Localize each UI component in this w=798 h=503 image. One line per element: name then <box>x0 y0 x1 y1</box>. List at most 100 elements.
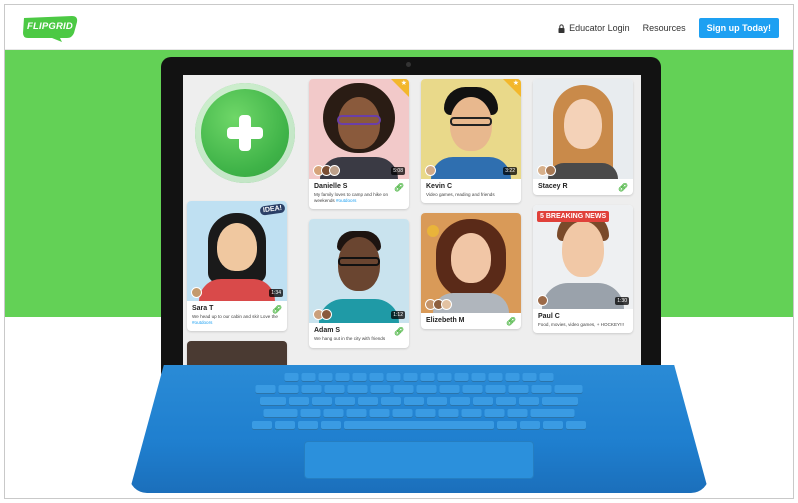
keyboard-key[interactable] <box>403 373 418 382</box>
keyboard-key[interactable] <box>427 397 447 406</box>
keyboard-key[interactable] <box>393 385 414 394</box>
keyboard-key[interactable] <box>473 397 493 406</box>
keyboard-key[interactable] <box>488 373 503 382</box>
keyboard-key[interactable] <box>454 373 469 382</box>
keyboard-key[interactable] <box>346 409 367 418</box>
keyboard-key[interactable] <box>416 385 437 394</box>
keyboard-key[interactable] <box>519 397 539 406</box>
response-card-stacey[interactable]: Stacey R 🔗︎ <box>533 79 633 195</box>
grid-column-1: IDEA! 1:34 Sara T We head up to our cabi… <box>187 75 295 372</box>
responder-name: Danielle S <box>314 183 348 190</box>
keyboard-key[interactable] <box>485 385 506 394</box>
keyboard-key[interactable] <box>358 397 378 406</box>
reply-avatars <box>537 165 556 176</box>
breaking-news-sticker: 5 BREAKING NEWS <box>537 211 610 222</box>
keyboard-key[interactable] <box>471 373 486 382</box>
reply-avatars <box>537 295 548 306</box>
keyboard-key[interactable] <box>437 373 452 382</box>
response-card-elizebeth[interactable]: Elizebeth M 🔗︎ <box>421 213 521 330</box>
hashtag-link[interactable]: #outdoors <box>336 198 356 203</box>
keyboard-key[interactable] <box>344 421 494 430</box>
flipgrid-logo[interactable]: FLIPGRID <box>22 13 80 43</box>
keyboard-row-4 <box>263 409 575 418</box>
response-card-sara[interactable]: IDEA! 1:34 Sara T We head up to our cabi… <box>187 201 287 332</box>
keyboard-key[interactable] <box>289 397 309 406</box>
keyboard-key[interactable] <box>404 397 424 406</box>
keyboard-key[interactable] <box>321 421 341 430</box>
keyboard-key[interactable] <box>484 409 505 418</box>
keyboard-key[interactable] <box>520 421 540 430</box>
keyboard-key[interactable] <box>381 397 401 406</box>
resources-link[interactable]: Resources <box>643 23 686 33</box>
keyboard-key[interactable] <box>508 385 529 394</box>
keyboard-key[interactable] <box>531 385 552 394</box>
keyboard-key[interactable] <box>461 409 482 418</box>
keyboard-key[interactable] <box>370 385 391 394</box>
video-duration: 5:08 <box>391 167 405 175</box>
keyboard-key[interactable] <box>530 409 575 418</box>
keyboard-key[interactable] <box>323 409 344 418</box>
keyboard-cover <box>129 365 709 493</box>
keyboard-key[interactable] <box>522 373 537 382</box>
response-card-danielle[interactable]: ★ 5:08 Danielle S My family loves to cam… <box>309 79 409 210</box>
response-card-adam[interactable]: 1:12 Adam S We hang out in the city with… <box>309 219 409 348</box>
keyboard-key[interactable] <box>263 409 298 418</box>
keyboard-key[interactable] <box>260 397 286 406</box>
keyboard-key[interactable] <box>301 385 322 394</box>
keyboard-key[interactable] <box>543 421 563 430</box>
keyboard-key[interactable] <box>420 373 435 382</box>
keyboard-key[interactable] <box>497 421 517 430</box>
responder-name: Adam S <box>314 327 341 335</box>
link-icon[interactable]: 🔗︎ <box>272 305 282 314</box>
keyboard-key[interactable] <box>312 397 332 406</box>
keyboard-key[interactable] <box>450 397 470 406</box>
trackpad[interactable] <box>304 441 534 479</box>
keyboard-key[interactable] <box>300 409 321 418</box>
page-frame: FLIPGRID Educator Login Resources Sign u… <box>4 4 794 499</box>
keyboard-key[interactable] <box>542 397 578 406</box>
signup-button[interactable]: Sign up Today! <box>698 18 779 38</box>
keyboard-key[interactable] <box>284 373 299 382</box>
keyboard-key[interactable] <box>505 373 520 382</box>
reply-avatars <box>313 165 340 176</box>
keyboard-key[interactable] <box>298 421 318 430</box>
keyboard-key[interactable] <box>386 373 401 382</box>
keyboard-key[interactable] <box>566 421 586 430</box>
link-icon[interactable]: 🔗︎ <box>618 183 628 192</box>
keyboard-key[interactable] <box>318 373 333 382</box>
keyboard-key[interactable] <box>278 385 299 394</box>
keyboard-key[interactable] <box>255 385 276 394</box>
response-card-kevin[interactable]: ★ 3:22 Kevin C Video games, reading and … <box>421 79 521 204</box>
response-card-paul[interactable]: 5 BREAKING NEWS 1:30 Paul C Food, movies… <box>533 205 633 334</box>
response-thumbnail: 1:12 <box>309 219 409 324</box>
keyboard-key[interactable] <box>392 409 413 418</box>
link-icon[interactable]: 🔗︎ <box>394 327 404 336</box>
keyboard-key[interactable] <box>438 409 459 418</box>
logo-text: FLIPGRID <box>27 21 73 32</box>
keyboard-key[interactable] <box>462 385 483 394</box>
keyboard-key[interactable] <box>369 373 384 382</box>
keyboard-key[interactable] <box>252 421 272 430</box>
keyboard-key[interactable] <box>347 385 368 394</box>
keyboard-row-5 <box>252 421 586 430</box>
response-caption: Video games, reading and friends <box>426 192 495 197</box>
keyboard-key[interactable] <box>352 373 367 382</box>
keyboard-key[interactable] <box>275 421 295 430</box>
keyboard-key[interactable] <box>496 397 516 406</box>
keyboard-key[interactable] <box>335 373 350 382</box>
keyboard-key[interactable] <box>507 409 528 418</box>
link-icon[interactable]: 🔗︎ <box>394 183 404 192</box>
link-icon[interactable]: 🔗︎ <box>506 317 516 326</box>
keyboard-key[interactable] <box>415 409 436 418</box>
keyboard-key[interactable] <box>301 373 316 382</box>
keyboard-key[interactable] <box>439 385 460 394</box>
keyboard-key[interactable] <box>324 385 345 394</box>
add-response-button[interactable] <box>195 83 295 183</box>
keyboard-key[interactable] <box>369 409 390 418</box>
keyboard-key[interactable] <box>539 373 554 382</box>
hashtag-link[interactable]: #outdoors <box>192 320 212 325</box>
keyboard-key[interactable] <box>335 397 355 406</box>
educator-login-link[interactable]: Educator Login <box>558 23 630 33</box>
caption-text: We head up to our cabin and ski! Love th… <box>192 314 278 319</box>
keyboard-key[interactable] <box>554 385 583 394</box>
